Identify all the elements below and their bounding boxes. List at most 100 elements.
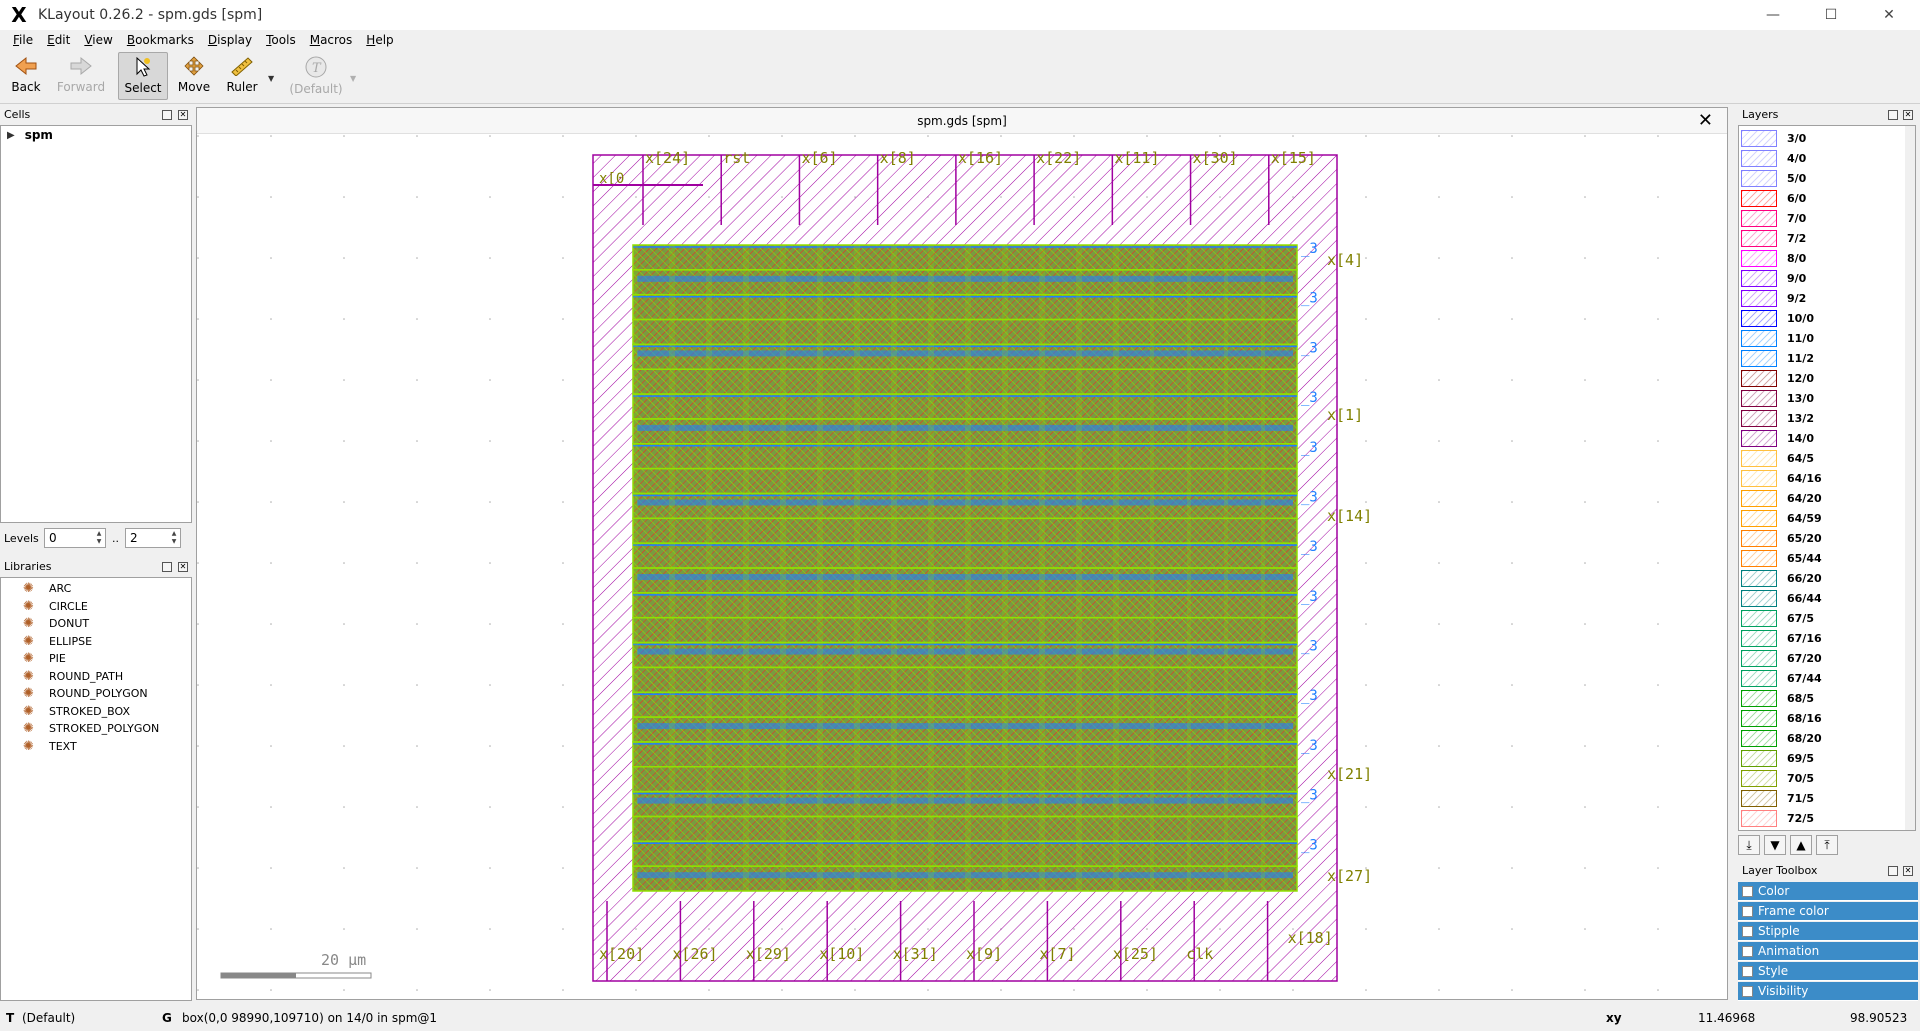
libraries-close-icon[interactable]: ✕ [178,562,188,572]
cells-close-icon[interactable]: ✕ [178,110,188,120]
layer-row[interactable]: 66/20 [1741,568,1822,588]
toolbox-checkbox[interactable] [1742,986,1753,997]
forward-button[interactable]: Forward [54,52,108,100]
layout-view[interactable]: spm.gds [spm] ✕ _3 _3 _3 _3 _3 _3 _3 _3 _3 _3 _3 _3… [196,107,1728,1000]
layer-row[interactable]: 68/20 [1741,728,1822,748]
layer-row[interactable]: 68/16 [1741,708,1822,728]
layers-float-icon[interactable] [1888,110,1898,120]
level-to-spinbox[interactable]: 2 ▲ ▼ [125,528,181,548]
menu-item-tools[interactable]: Tools [259,30,303,50]
layer-row[interactable]: 67/5 [1741,608,1814,628]
library-item[interactable]: ✺ TEXT [23,738,77,755]
layer-row[interactable]: 12/0 [1741,368,1814,388]
move-down-icon[interactable]: ▼ [1764,835,1786,855]
toolbox-float-icon[interactable] [1888,866,1898,876]
text-dropdown-icon[interactable]: ▼ [350,74,356,83]
layer-row[interactable]: 7/2 [1741,228,1806,248]
library-item[interactable]: ✺ STROKED_POLYGON [23,720,159,737]
ruler-dropdown-icon[interactable]: ▼ [268,74,274,83]
menu-item-view[interactable]: View [77,30,119,50]
layer-row[interactable]: 65/44 [1741,548,1822,568]
select-button[interactable]: Select [118,52,168,100]
layer-row[interactable]: 64/20 [1741,488,1822,508]
cells-tree[interactable]: ▶ spm [0,125,192,523]
layout-tab[interactable]: spm.gds [spm] ✕ [197,108,1727,134]
maximize-button[interactable]: ☐ [1802,0,1860,30]
library-item[interactable]: ✺ ROUND_POLYGON [23,685,148,702]
library-item[interactable]: ✺ ROUND_PATH [23,668,123,685]
cell-tree-item-spm[interactable]: ▶ spm [7,128,53,142]
libraries-list[interactable]: ✺ ARC ✺ CIRCLE ✺ DONUT ✺ ELLIPSE ✺ PIE ✺ ROUND_PATH… [0,577,192,1001]
ruler-button[interactable]: Ruler [222,52,262,100]
layer-row[interactable]: 14/0 [1741,428,1814,448]
menu-item-macros[interactable]: Macros [303,30,360,50]
layer-row[interactable]: 67/16 [1741,628,1822,648]
layer-row[interactable]: 5/0 [1741,168,1806,188]
move-bottom-icon[interactable]: ⤓ [1738,835,1760,855]
layer-row[interactable]: 64/59 [1741,508,1822,528]
layer-row[interactable]: 65/20 [1741,528,1822,548]
library-item[interactable]: ✺ STROKED_BOX [23,703,130,720]
toolbox-checkbox[interactable] [1742,886,1753,897]
layer-row[interactable]: 64/5 [1741,448,1814,468]
library-item[interactable]: ✺ DONUT [23,615,89,632]
library-item[interactable]: ✺ ELLIPSE [23,633,92,650]
spin-arrows-icon[interactable]: ▲ ▼ [94,530,104,546]
menu-item-file[interactable]: File [6,30,40,50]
text-tool-button[interactable]: T (Default) [288,52,344,100]
library-item[interactable]: ✺ PIE [23,650,66,667]
layers-close-icon[interactable]: ✕ [1903,110,1913,120]
layer-row[interactable]: 3/0 [1741,128,1806,148]
layer-row[interactable]: 8/0 [1741,248,1806,268]
layer-row[interactable]: 13/0 [1741,388,1814,408]
layer-row[interactable]: 4/0 [1741,148,1806,168]
layer-row[interactable]: 11/0 [1741,328,1814,348]
toolbox-item[interactable]: Visibility [1738,982,1918,1001]
menu-item-bookmarks[interactable]: Bookmarks [120,30,201,50]
layout-canvas[interactable]: _3 _3 _3 _3 _3 _3 _3 _3 _3 _3 _3 _3 _3 x[24] rst x[6] x[… [197,135,1727,999]
close-layout-icon[interactable]: ✕ [1698,111,1713,131]
menu-item-display[interactable]: Display [201,30,259,50]
layers-list[interactable]: 3/0 4/0 5/0 6/0 7/0 7/2 8/0 9/0 9/2 10/0 11/0 11/2 1… [1738,125,1916,831]
toolbox-checkbox[interactable] [1742,926,1753,937]
layer-row[interactable]: 70/5 [1741,768,1814,788]
toolbox-checkbox[interactable] [1742,906,1753,917]
layer-row[interactable]: 71/5 [1741,788,1814,808]
layer-row[interactable]: 68/5 [1741,688,1814,708]
toolbox-close-icon[interactable]: ✕ [1903,866,1913,876]
layer-row[interactable]: 7/0 [1741,208,1806,228]
close-window-button[interactable]: ✕ [1860,0,1918,30]
toolbox-item[interactable]: Style [1738,962,1918,981]
move-top-icon[interactable]: ⤒ [1816,835,1838,855]
layers-scrollbar[interactable] [1905,126,1915,830]
layer-row[interactable]: 6/0 [1741,188,1806,208]
layer-row[interactable]: 13/2 [1741,408,1814,428]
minimize-button[interactable]: — [1744,0,1802,30]
layer-row[interactable]: 69/5 [1741,748,1814,768]
toolbox-checkbox[interactable] [1742,966,1753,977]
library-item[interactable]: ✺ CIRCLE [23,598,88,615]
toolbox-checkbox[interactable] [1742,946,1753,957]
toolbox-item[interactable]: Frame color [1738,902,1918,921]
expand-arrow-icon[interactable]: ▶ [7,130,15,141]
libraries-float-icon[interactable] [162,562,172,572]
move-button[interactable]: Move [174,52,214,100]
layer-row[interactable]: 66/44 [1741,588,1822,608]
spin-arrows-icon[interactable]: ▲ ▼ [169,530,179,546]
layer-row[interactable]: 9/2 [1741,288,1806,308]
back-button[interactable]: Back [6,52,46,100]
layer-row[interactable]: 11/2 [1741,348,1814,368]
menu-item-help[interactable]: Help [359,30,400,50]
move-up-icon[interactable]: ▲ [1790,835,1812,855]
cells-float-icon[interactable] [162,110,172,120]
level-from-spinbox[interactable]: 0 ▲ ▼ [44,528,106,548]
library-item[interactable]: ✺ ARC [23,580,71,597]
layer-row[interactable]: 10/0 [1741,308,1814,328]
toolbox-item[interactable]: Stipple [1738,922,1918,941]
layer-row[interactable]: 67/20 [1741,648,1822,668]
menu-item-edit[interactable]: Edit [40,30,77,50]
layer-row[interactable]: 67/44 [1741,668,1822,688]
layer-row[interactable]: 64/16 [1741,468,1822,488]
layer-row[interactable]: 9/0 [1741,268,1806,288]
layer-row[interactable]: 72/5 [1741,808,1814,828]
